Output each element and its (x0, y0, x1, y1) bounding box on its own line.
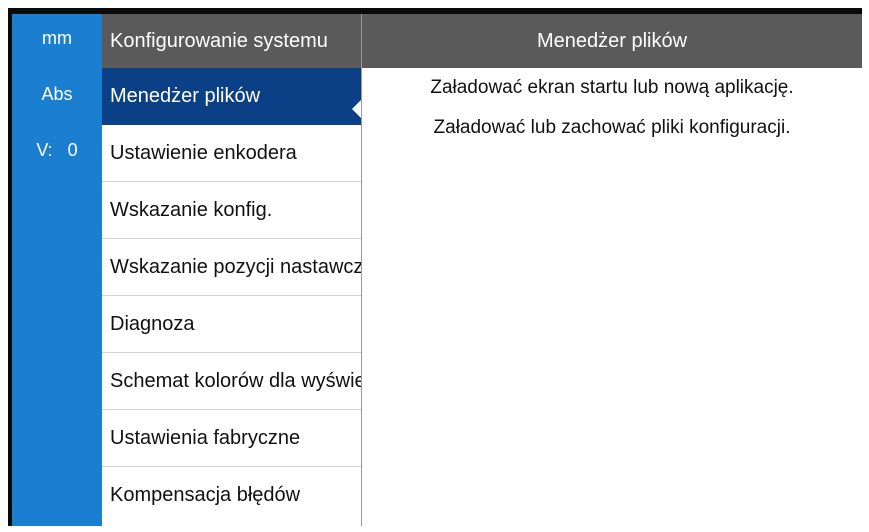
panel-description-2: Załadować lub zachować pliki konfiguracj… (433, 117, 791, 138)
menu-item-encoder-setup[interactable]: Ustawienie enkodera (102, 125, 361, 182)
feed-indicator[interactable]: V: 0 (12, 140, 102, 161)
menu-item-display-config[interactable]: Wskazanie konfig. (102, 182, 361, 239)
menu-item-color-scheme[interactable]: Schemat kolorów dla wyświetlacza (102, 353, 361, 410)
menu-item-error-compensation[interactable]: Kompensacja błędów (102, 467, 361, 524)
panel-description-1: Załadować ekran startu lub nową aplikacj… (430, 77, 794, 98)
unit-indicator[interactable]: mm (12, 28, 102, 49)
menu-title: Konfigurowanie systemu (102, 14, 361, 68)
menu-item-diagnostics[interactable]: Diagnoza (102, 296, 361, 353)
settings-menu: Konfigurowanie systemu Menedżer plików U… (102, 14, 361, 526)
menu-item-factory-defaults[interactable]: Ustawienia fabryczne (102, 410, 361, 467)
menu-item-file-manager[interactable]: Menedżer plików (102, 68, 361, 125)
detail-panel: Menedżer plików Załadować ekran startu l… (361, 14, 862, 526)
feed-value: 0 (67, 140, 78, 160)
panel-title: Menedżer plików (362, 14, 862, 68)
menu-item-position-display[interactable]: Wskazanie pozycji nastawczej (102, 239, 361, 296)
screen: mm Abs V: 0 Konfigurowanie systemu Mened… (12, 14, 862, 526)
feed-label: V: (36, 140, 53, 160)
status-bar: mm Abs V: 0 (12, 14, 102, 526)
mode-indicator[interactable]: Abs (12, 84, 102, 105)
